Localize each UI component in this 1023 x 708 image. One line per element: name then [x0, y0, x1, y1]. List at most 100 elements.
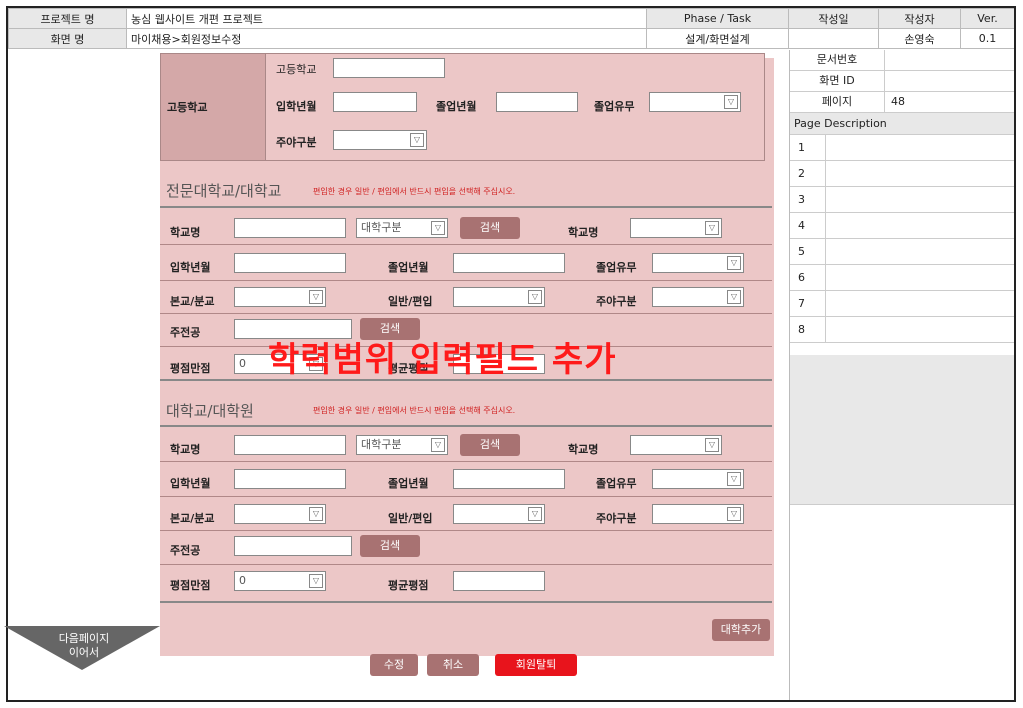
next-page-line2: 이어서 — [68, 646, 100, 659]
college-branch-select[interactable]: ▽ — [234, 287, 326, 307]
description-row-text — [826, 317, 1014, 342]
univ-grad-input[interactable] — [453, 469, 565, 489]
college-grad-input[interactable] — [453, 253, 565, 273]
college-grad-yn-select[interactable]: ▽ — [652, 253, 744, 273]
univ-search-button[interactable]: 검색 — [460, 434, 520, 456]
description-gray-area — [790, 355, 1014, 505]
university-note: 편입한 경우 일반 / 편입에서 반드시 편입을 선택해 주십시오. — [313, 406, 516, 415]
screen-id-label: 화면 ID — [790, 71, 885, 91]
hs-daynight-label: 주야구분 — [276, 136, 317, 149]
highschool-name-label: 고등학교 — [276, 63, 317, 76]
college-note: 편입한 경우 일반 / 편입에서 반드시 편입을 선택해 주십시오. — [313, 187, 516, 196]
hs-entry-input[interactable] — [333, 92, 417, 112]
phase-label: Phase / Task — [646, 8, 789, 29]
divider — [160, 206, 772, 208]
description-row-number: 5 — [790, 239, 826, 264]
chevron-down-icon: ▽ — [727, 472, 741, 486]
ver-value: 0.1 — [960, 28, 1014, 49]
gpa-max-value: 0 — [239, 574, 246, 587]
description-row-text — [826, 161, 1014, 186]
divider — [160, 313, 772, 314]
description-row-number: 3 — [790, 187, 826, 212]
withdraw-button[interactable]: 회원탈퇴 — [495, 654, 577, 676]
description-row-number: 8 — [790, 317, 826, 342]
univ-transfer-select[interactable]: ▽ — [453, 504, 545, 524]
chevron-down-icon: ▽ — [724, 95, 738, 109]
univ-gpa-avg-input[interactable] — [453, 571, 545, 591]
page-description-label: Page Description — [790, 113, 1014, 135]
description-row: 2 — [790, 161, 1014, 187]
highschool-section-label: 고등학교 — [161, 54, 266, 160]
univ-transfer-label: 일반/편입 — [388, 512, 433, 525]
chevron-down-icon: ▽ — [705, 438, 719, 452]
divider — [160, 496, 772, 497]
college-type-value: 대학구분 — [361, 221, 402, 234]
project-value: 농심 웹사이트 개편 프로젝트 — [126, 8, 647, 29]
univ-grad-yn-label: 졸업유무 — [596, 477, 637, 490]
description-row-text — [826, 187, 1014, 212]
chevron-down-icon: ▽ — [528, 507, 542, 521]
hs-grad-label: 졸업년월 — [436, 100, 477, 113]
univ-entry-label: 입학년월 — [170, 477, 211, 490]
description-row-number: 7 — [790, 291, 826, 316]
college-entry-label: 입학년월 — [170, 261, 211, 274]
univ-gpa-max-label: 평점만점 — [170, 579, 211, 592]
college-type-select[interactable]: 대학구분 ▽ — [356, 218, 448, 238]
college-major-label: 주전공 — [170, 326, 201, 339]
univ-major-input[interactable] — [234, 536, 352, 556]
univ-entry-input[interactable] — [234, 469, 346, 489]
college-school-select[interactable]: ▽ — [630, 218, 722, 238]
college-school-label: 학교명 — [170, 226, 201, 239]
college-gpa-max-label: 평점만점 — [170, 362, 211, 375]
description-row: 7 — [790, 291, 1014, 317]
college-entry-input[interactable] — [234, 253, 346, 273]
header-table: 프로젝트 명 농심 웹사이트 개편 프로젝트 Phase / Task 작성일 … — [8, 8, 1014, 49]
college-section-title: 전문대학교/대학교 — [166, 182, 282, 200]
description-row-number: 2 — [790, 161, 826, 186]
highschool-name-input[interactable] — [333, 58, 445, 78]
hs-entry-label: 입학년월 — [276, 100, 317, 113]
univ-type-select[interactable]: 대학구분 ▽ — [356, 435, 448, 455]
univ-daynight-label: 주야구분 — [596, 512, 637, 525]
chevron-down-icon: ▽ — [431, 438, 445, 452]
divider — [160, 244, 772, 245]
phase-value: 설계/화면설계 — [646, 28, 789, 49]
description-row: 4 — [790, 213, 1014, 239]
chevron-down-icon: ▽ — [528, 290, 542, 304]
univ-major-search-button[interactable]: 검색 — [360, 535, 420, 557]
college-transfer-select[interactable]: ▽ — [453, 287, 545, 307]
univ-branch-select[interactable]: ▽ — [234, 504, 326, 524]
chevron-down-icon: ▽ — [410, 133, 424, 147]
univ-grad-yn-select[interactable]: ▽ — [652, 469, 744, 489]
next-page-label: 다음페이지 이어서 — [34, 632, 134, 660]
chevron-down-icon: ▽ — [727, 507, 741, 521]
college-school-input[interactable] — [234, 218, 346, 238]
cancel-button[interactable]: 취소 — [427, 654, 479, 676]
description-row-number: 6 — [790, 265, 826, 290]
hs-daynight-select[interactable]: ▽ — [333, 130, 427, 150]
university-section-title: 대학교/대학원 — [166, 402, 254, 420]
univ-gpa-max-select[interactable]: 0 ▽ — [234, 571, 326, 591]
college-daynight-label: 주야구분 — [596, 295, 637, 308]
description-row-number: 1 — [790, 135, 826, 160]
ver-label: Ver. — [960, 8, 1014, 29]
chevron-down-icon: ▽ — [705, 221, 719, 235]
hs-grad-yn-select[interactable]: ▽ — [649, 92, 741, 112]
chevron-down-icon: ▽ — [431, 221, 445, 235]
edit-button[interactable]: 수정 — [370, 654, 418, 676]
hs-grad-yn-label: 졸업유무 — [594, 100, 635, 113]
univ-major-label: 주전공 — [170, 544, 201, 557]
screen-label: 화면 명 — [8, 28, 127, 49]
divider — [160, 461, 772, 462]
description-row: 6 — [790, 265, 1014, 291]
hs-grad-input[interactable] — [496, 92, 578, 112]
univ-daynight-select[interactable]: ▽ — [652, 504, 744, 524]
description-row: 8 — [790, 317, 1014, 343]
univ-school-input[interactable] — [234, 435, 346, 455]
univ-type-value: 대학구분 — [361, 438, 402, 451]
chevron-down-icon: ▽ — [309, 290, 323, 304]
add-university-button[interactable]: 대학추가 — [712, 619, 770, 641]
univ-school-select[interactable]: ▽ — [630, 435, 722, 455]
college-search-button[interactable]: 검색 — [460, 217, 520, 239]
college-daynight-select[interactable]: ▽ — [652, 287, 744, 307]
